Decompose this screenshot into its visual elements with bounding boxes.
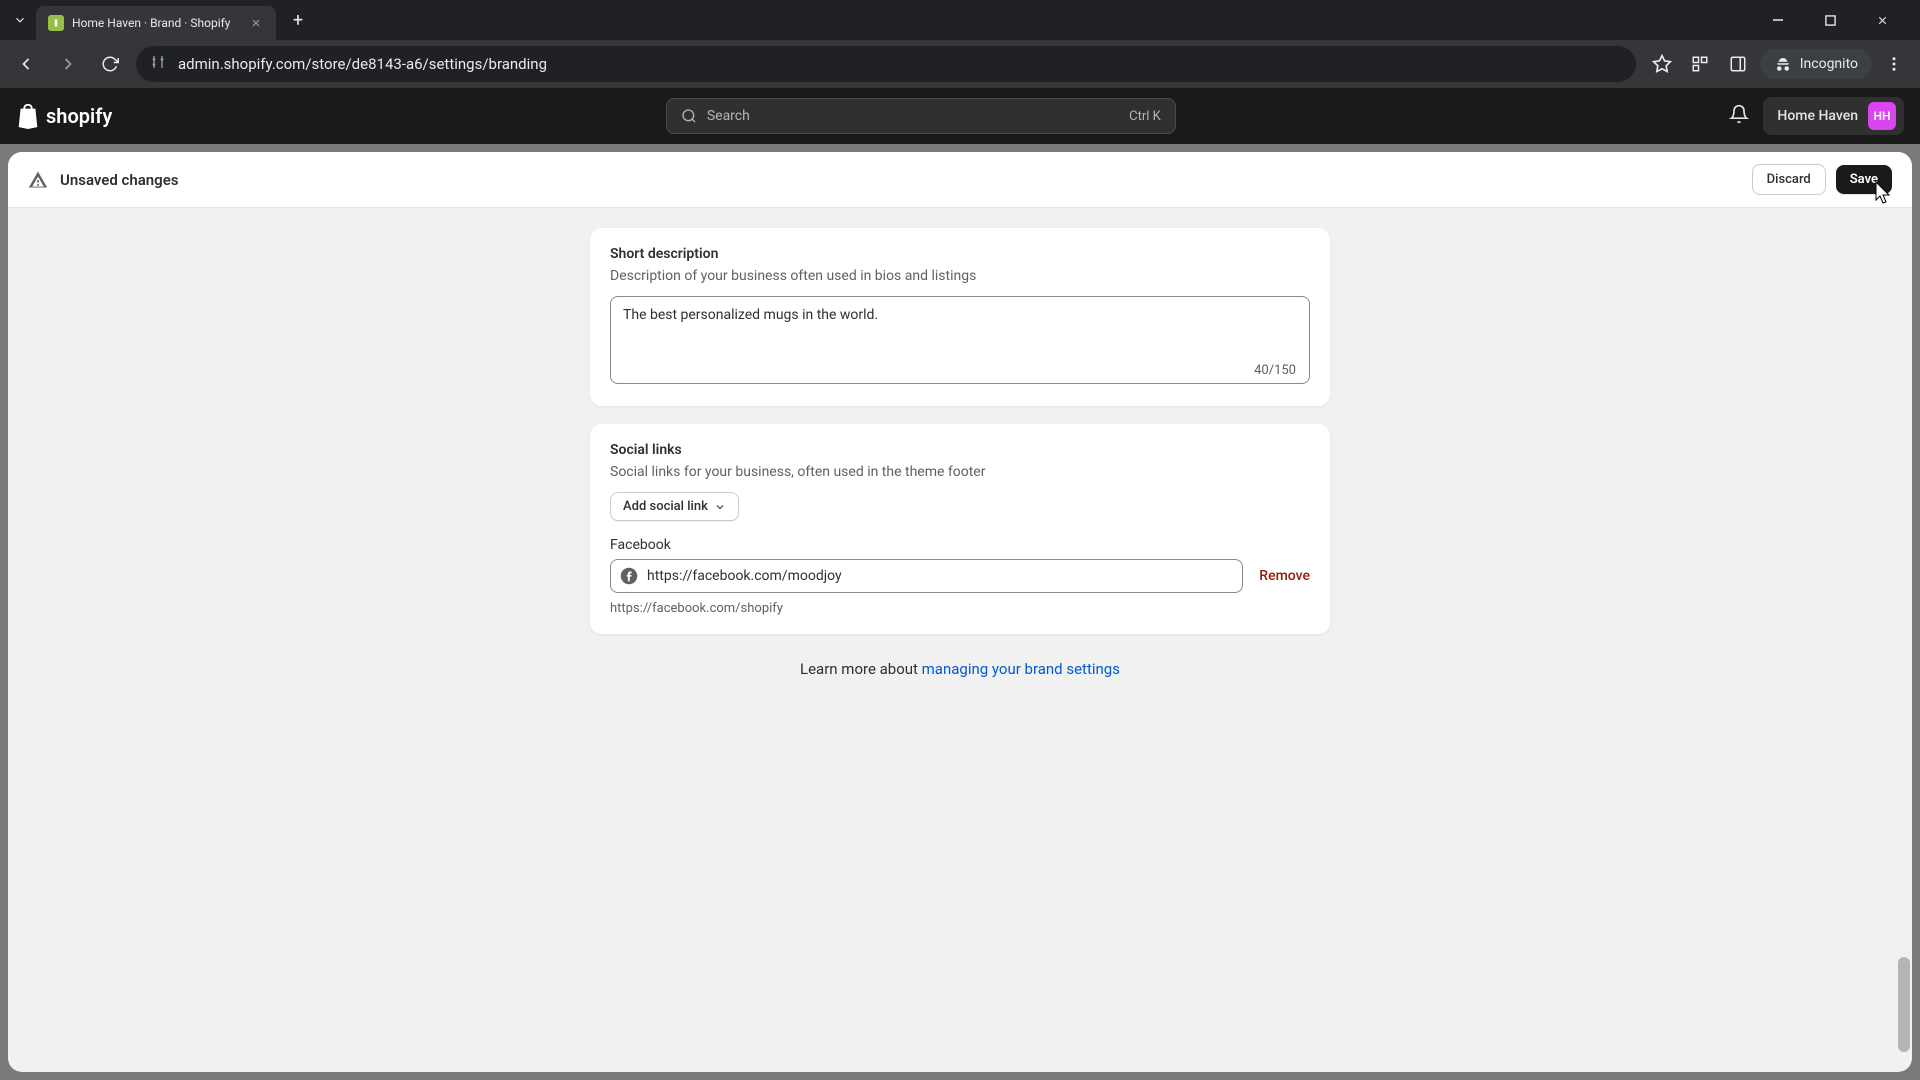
new-tab-button[interactable]: +	[284, 6, 312, 34]
tab-search-dropdown[interactable]	[8, 8, 32, 32]
page-content: Unsaved changes Discard Save Short descr…	[8, 152, 1912, 1072]
tab-strip: Home Haven · Brand · Shopify +	[0, 0, 1920, 40]
social-item-facebook: Facebook Remove https://facebook.com/sho…	[610, 537, 1310, 616]
avatar: HH	[1868, 102, 1896, 130]
forward-button[interactable]	[52, 48, 84, 80]
unsaved-text: Unsaved changes	[60, 171, 179, 189]
tab-title: Home Haven · Brand · Shopify	[72, 16, 240, 30]
search-placeholder: Search	[707, 108, 750, 124]
short-description-subtitle: Description of your business often used …	[610, 268, 1310, 284]
facebook-url-input[interactable]	[610, 559, 1243, 593]
extensions-icon[interactable]	[1684, 48, 1716, 80]
browser-chrome: Home Haven · Brand · Shopify + admin.sho…	[0, 0, 1920, 88]
incognito-label: Incognito	[1800, 56, 1858, 72]
chevron-down-icon	[714, 501, 726, 513]
close-tab-icon[interactable]	[248, 15, 264, 31]
logo-text: shopify	[46, 104, 112, 128]
social-url-hint: https://facebook.com/shopify	[610, 601, 1310, 616]
facebook-icon	[620, 567, 638, 585]
back-button[interactable]	[10, 48, 42, 80]
site-settings-icon[interactable]	[150, 54, 166, 74]
short-description-input[interactable]	[610, 296, 1310, 384]
store-name: Home Haven	[1777, 108, 1858, 124]
browser-tab[interactable]: Home Haven · Brand · Shopify	[36, 6, 276, 40]
store-menu[interactable]: Home Haven HH	[1763, 97, 1904, 135]
alert-icon	[28, 170, 48, 190]
add-social-link-label: Add social link	[623, 499, 708, 514]
scrollbar-thumb[interactable]	[1898, 957, 1910, 1052]
shopify-logo[interactable]: shopify	[16, 103, 112, 129]
reload-button[interactable]	[94, 48, 126, 80]
add-social-link-button[interactable]: Add social link	[610, 492, 739, 521]
unsaved-changes-banner: Unsaved changes Discard Save	[8, 152, 1912, 208]
remove-social-link[interactable]: Remove	[1259, 568, 1310, 584]
social-links-subtitle: Social links for your business, often us…	[610, 464, 1310, 480]
short-description-card: Short description Description of your bu…	[590, 228, 1330, 406]
discard-button[interactable]: Discard	[1752, 164, 1826, 195]
close-window-button[interactable]	[1860, 4, 1904, 36]
social-links-title: Social links	[610, 442, 1310, 458]
help-footer: Learn more about managing your brand set…	[590, 660, 1330, 678]
address-bar[interactable]: admin.shopify.com/store/de8143-a6/settin…	[136, 46, 1636, 82]
bookmark-icon[interactable]	[1646, 48, 1678, 80]
help-prefix: Learn more about	[800, 660, 922, 678]
shopify-bag-icon	[16, 103, 40, 129]
incognito-indicator[interactable]: Incognito	[1760, 49, 1872, 79]
character-counter: 40/150	[1254, 363, 1296, 378]
social-platform-label: Facebook	[610, 537, 1310, 553]
short-description-title: Short description	[610, 246, 1310, 262]
shopify-favicon-icon	[48, 15, 64, 31]
app-topbar: shopify Search Ctrl K Home Haven HH	[0, 88, 1920, 144]
notifications-icon[interactable]	[1729, 104, 1749, 128]
search-input[interactable]: Search Ctrl K	[666, 98, 1176, 134]
incognito-icon	[1774, 55, 1792, 73]
search-icon	[681, 108, 697, 124]
search-shortcut: Ctrl K	[1129, 109, 1161, 124]
side-panel-icon[interactable]	[1722, 48, 1754, 80]
page-area: Unsaved changes Discard Save Short descr…	[0, 144, 1920, 1080]
help-link[interactable]: managing your brand settings	[922, 660, 1120, 678]
social-links-card: Social links Social links for your busin…	[590, 424, 1330, 634]
minimize-button[interactable]	[1756, 4, 1800, 36]
window-controls	[1756, 4, 1912, 36]
url-bar: admin.shopify.com/store/de8143-a6/settin…	[0, 40, 1920, 88]
save-button[interactable]: Save	[1836, 165, 1892, 194]
url-text: admin.shopify.com/store/de8143-a6/settin…	[178, 55, 547, 73]
browser-menu-icon[interactable]	[1878, 48, 1910, 80]
maximize-button[interactable]	[1808, 4, 1852, 36]
